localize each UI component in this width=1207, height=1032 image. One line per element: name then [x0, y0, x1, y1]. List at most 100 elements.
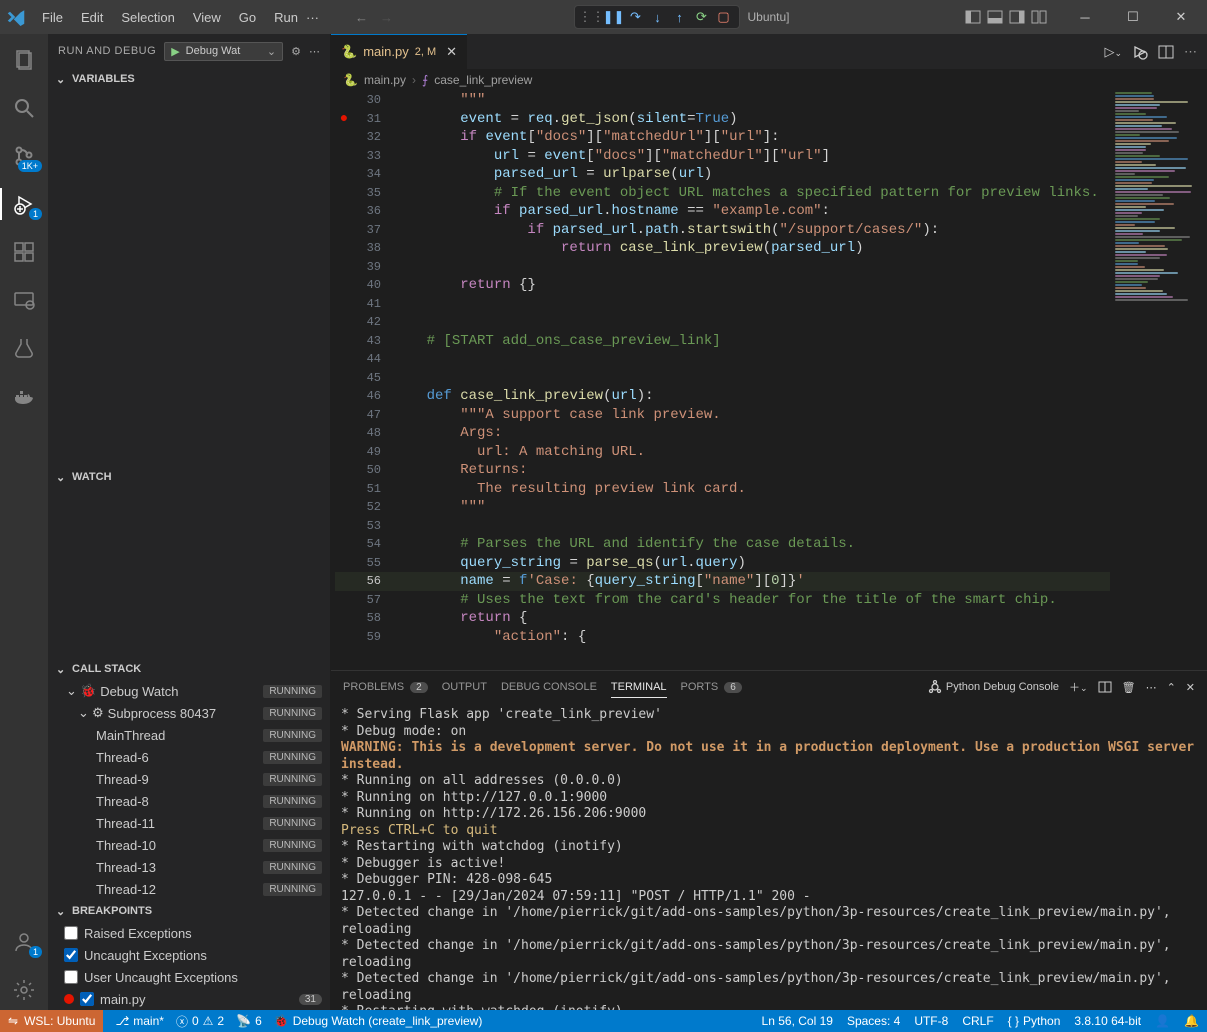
code-line[interactable]: 58 return {: [335, 609, 1110, 628]
nav-back-icon[interactable]: ←: [349, 10, 374, 25]
code-line[interactable]: 40 return {}: [335, 276, 1110, 295]
status-debug-session[interactable]: 🐞Debug Watch (create_link_preview): [274, 1014, 483, 1028]
code-line[interactable]: 54 # Parses the URL and identify the cas…: [335, 535, 1110, 554]
callstack-item[interactable]: Thread-10RUNNING: [48, 834, 330, 856]
status-remote[interactable]: ⇋ WSL: Ubuntu: [0, 1010, 103, 1032]
code-line[interactable]: 44: [335, 350, 1110, 369]
menu-overflow[interactable]: ···: [306, 10, 319, 25]
code-line[interactable]: 47 """A support case link preview.: [335, 406, 1110, 425]
drag-grip-icon[interactable]: ⋮⋮: [583, 9, 599, 25]
code-line[interactable]: 39: [335, 258, 1110, 277]
code-line[interactable]: 48 Args:: [335, 424, 1110, 443]
breadcrumb-symbol[interactable]: case_link_preview: [434, 73, 532, 87]
menu-view[interactable]: View: [185, 6, 229, 29]
code-line[interactable]: 52 """: [335, 498, 1110, 517]
step-into-icon[interactable]: ↓: [649, 9, 665, 25]
settings-gear-icon[interactable]: [0, 970, 48, 1010]
code-line[interactable]: 53: [335, 517, 1110, 536]
debug-config-select[interactable]: ▶ Debug Wat ⌄: [164, 42, 283, 61]
sidebar-more-icon[interactable]: ⋯: [309, 45, 320, 58]
code-line[interactable]: 49 url: A matching URL.: [335, 443, 1110, 462]
panel-maximize-icon[interactable]: ⌃: [1167, 681, 1176, 694]
section-variables[interactable]: ⌄ VARIABLES: [48, 68, 330, 90]
section-watch[interactable]: ⌄ WATCH: [48, 466, 330, 488]
breakpoint-item[interactable]: User Uncaught Exceptions: [48, 966, 330, 988]
debug-launch-icon[interactable]: [1132, 44, 1148, 60]
code-line[interactable]: 46 def case_link_preview(url):: [335, 387, 1110, 406]
breakpoint-item[interactable]: Uncaught Exceptions: [48, 944, 330, 966]
run-dropdown-icon[interactable]: ▷⌄: [1104, 44, 1122, 60]
status-indent[interactable]: Spaces: 4: [847, 1014, 900, 1028]
tab-close-icon[interactable]: ✕: [446, 44, 457, 60]
testing-icon[interactable]: [0, 328, 48, 368]
window-minimize-icon[interactable]: ─: [1065, 2, 1105, 32]
window-maximize-icon[interactable]: ☐: [1113, 2, 1153, 32]
status-feedback-icon[interactable]: 👤: [1155, 1014, 1170, 1028]
code-line[interactable]: ●31 event = req.get_json(silent=True): [335, 110, 1110, 129]
run-debug-icon[interactable]: 1: [0, 184, 48, 224]
status-problems[interactable]: ⓧ0 ⚠2: [176, 1013, 224, 1030]
nav-forward-icon[interactable]: →: [374, 10, 399, 25]
menu-go[interactable]: Go: [231, 6, 264, 29]
tab-terminal[interactable]: TERMINAL: [611, 677, 667, 698]
menu-edit[interactable]: Edit: [73, 6, 111, 29]
panel-close-icon[interactable]: ✕: [1186, 681, 1195, 694]
code-line[interactable]: 42: [335, 313, 1110, 332]
section-callstack[interactable]: ⌄ CALL STACK: [48, 658, 330, 680]
tab-problems[interactable]: PROBLEMS 2: [343, 677, 428, 697]
status-language[interactable]: { } Python: [1008, 1014, 1061, 1028]
code-line[interactable]: 45: [335, 369, 1110, 388]
code-line[interactable]: 43 # [START add_ons_case_preview_link]: [335, 332, 1110, 351]
callstack-item[interactable]: MainThreadRUNNING: [48, 724, 330, 746]
docker-icon[interactable]: [0, 376, 48, 416]
status-ports[interactable]: 📡6: [236, 1014, 262, 1028]
breakpoint-checkbox[interactable]: [64, 926, 78, 940]
code-line[interactable]: 32 if event["docs"]["matchedUrl"]["url"]…: [335, 128, 1110, 147]
editor-tab-main-py[interactable]: 🐍 main.py 2, M ✕: [331, 34, 468, 69]
search-icon[interactable]: [0, 88, 48, 128]
pause-icon[interactable]: ❚❚: [605, 9, 621, 25]
remote-explorer-icon[interactable]: [0, 280, 48, 320]
step-over-icon[interactable]: ↷: [627, 9, 643, 25]
code-line[interactable]: 37 if parsed_url.path.startswith("/suppo…: [335, 221, 1110, 240]
tab-output[interactable]: OUTPUT: [442, 677, 487, 697]
tab-ports[interactable]: PORTS 6: [681, 677, 742, 697]
callstack-item[interactable]: Thread-8RUNNING: [48, 790, 330, 812]
breakpoint-checkbox[interactable]: [64, 970, 78, 984]
code-line[interactable]: 33 url = event["docs"]["matchedUrl"]["ur…: [335, 147, 1110, 166]
code-line[interactable]: 34 parsed_url = urlparse(url): [335, 165, 1110, 184]
split-terminal-icon[interactable]: [1098, 680, 1112, 694]
layout-controls[interactable]: [965, 9, 1047, 25]
tab-debug-console[interactable]: DEBUG CONSOLE: [501, 677, 597, 697]
callstack-item[interactable]: Thread-12RUNNING: [48, 878, 330, 900]
breadcrumb[interactable]: 🐍 main.py › ⨍ case_link_preview: [331, 69, 1207, 91]
tab-more-icon[interactable]: ⋯: [1184, 44, 1197, 60]
extensions-icon[interactable]: [0, 232, 48, 272]
accounts-icon[interactable]: 1: [0, 922, 48, 962]
explorer-icon[interactable]: [0, 40, 48, 80]
code-line[interactable]: 41: [335, 295, 1110, 314]
kill-terminal-icon[interactable]: 🗑: [1122, 681, 1136, 694]
code-line[interactable]: 59 "action": {: [335, 628, 1110, 647]
breadcrumb-file[interactable]: main.py: [364, 73, 406, 87]
status-branch[interactable]: ⎇ main*: [115, 1014, 164, 1028]
code-line[interactable]: 30 """: [335, 91, 1110, 110]
terminal-output[interactable]: * Serving Flask app 'create_link_preview…: [331, 703, 1207, 1010]
panel-more-icon[interactable]: ⋯: [1146, 681, 1157, 694]
menu-run[interactable]: Run: [266, 6, 306, 29]
debug-settings-gear-icon[interactable]: ⚙: [291, 45, 301, 58]
callstack-item[interactable]: Thread-11RUNNING: [48, 812, 330, 834]
restart-icon[interactable]: ⟳: [693, 9, 709, 25]
split-editor-icon[interactable]: [1158, 44, 1174, 60]
code-line[interactable]: 38 return case_link_preview(parsed_url): [335, 239, 1110, 258]
section-breakpoints[interactable]: ⌄ BREAKPOINTS: [48, 900, 330, 922]
status-encoding[interactable]: UTF-8: [914, 1014, 948, 1028]
callstack-item[interactable]: ⌄⚙Subprocess 80437RUNNING: [48, 702, 330, 724]
stop-icon[interactable]: ▢: [715, 9, 731, 25]
status-python-version[interactable]: 3.8.10 64-bit: [1074, 1014, 1141, 1028]
callstack-item[interactable]: Thread-13RUNNING: [48, 856, 330, 878]
code-line[interactable]: 35 # If the event object URL matches a s…: [335, 184, 1110, 203]
menu-selection[interactable]: Selection: [113, 6, 182, 29]
breakpoint-item[interactable]: Raised Exceptions: [48, 922, 330, 944]
new-terminal-icon[interactable]: ＋⌄: [1069, 679, 1088, 695]
